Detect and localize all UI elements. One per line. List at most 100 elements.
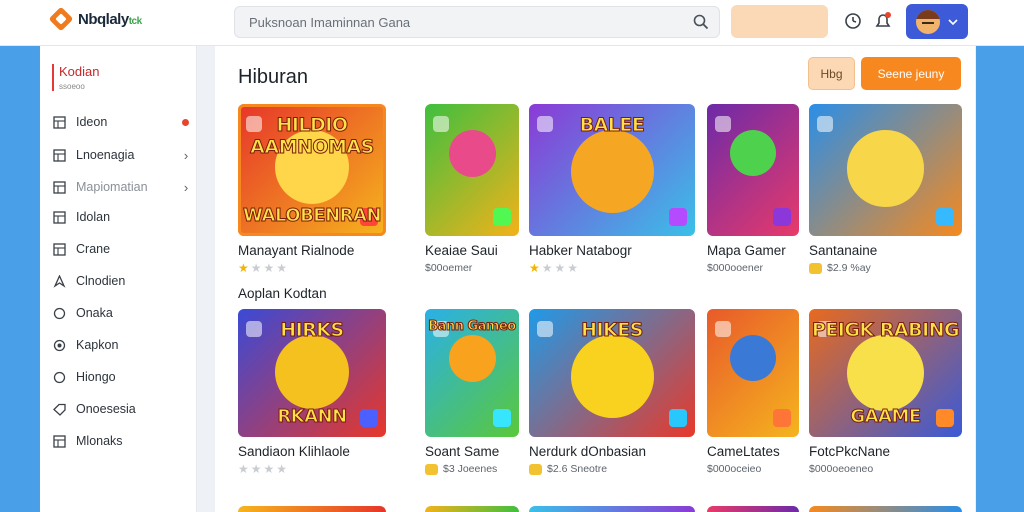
game-thumbnail-partial[interactable] — [707, 506, 799, 512]
sidebar: Kodian ssoeoo Ideon Lnoenagia › Mapiomatian… — [40, 46, 197, 512]
game-card[interactable]: HIRKS RKANN Sandiaon Klihlaole ★ ★ ★ ★ — [238, 309, 386, 475]
sidebar-item-ideon[interactable]: Ideon — [52, 112, 192, 132]
game-thumbnail-partial[interactable] — [529, 506, 695, 512]
game-card[interactable]: Santanaine $2.9 %ay — [809, 104, 962, 274]
sidebar-item-mapiomatian[interactable]: Mapiomatian › — [52, 177, 192, 197]
star-icon: ★ — [250, 462, 262, 476]
sidebar-item-label: Hiongo — [76, 370, 116, 384]
thumbnail-title-art: BALEE — [579, 114, 645, 137]
history-icon[interactable] — [842, 10, 864, 32]
game-thumbnail[interactable] — [707, 104, 799, 236]
game-meta: $000ooener — [707, 262, 799, 274]
thumbnail-title-art: Bann Gameo — [428, 319, 517, 335]
logo-name: Nbqlaly — [78, 10, 129, 28]
game-title[interactable]: Soant Same — [425, 444, 519, 459]
grid-icon — [52, 210, 66, 224]
game-meta-text: $2.9 %ay — [827, 262, 871, 274]
game-card[interactable]: Mapa Gamer $000ooener — [707, 104, 799, 274]
avatar — [916, 9, 940, 34]
sidebar-item-idolan[interactable]: Idolan — [52, 207, 192, 227]
game-card[interactable]: Keaiae Saui $00oemer — [425, 104, 519, 274]
notification-bell-icon[interactable] — [872, 10, 894, 32]
sidebar-header: Kodian ssoeoo — [52, 64, 99, 91]
user-avatar-button[interactable] — [906, 4, 968, 39]
game-title[interactable]: Nerdurk dOnbasian — [529, 444, 695, 459]
character-art — [847, 334, 924, 412]
sidebar-item-mlonaks[interactable]: Mlonaks — [52, 431, 192, 451]
grid-icon — [52, 434, 66, 448]
header-action-button[interactable] — [731, 5, 828, 38]
sidebar-item-label: Kapkon — [76, 338, 119, 352]
sidebar-item-hiongo[interactable]: Hiongo — [52, 367, 192, 387]
logo[interactable]: Nbqlalytck — [48, 6, 142, 32]
gem-decoration — [773, 208, 791, 226]
search-icon[interactable] — [693, 14, 709, 30]
game-thumbnail[interactable]: BALEE — [529, 104, 695, 236]
game-meta: ★ ★ ★ ★ — [529, 262, 695, 274]
game-card[interactable]: HIKES Nerdurk dOnbasian $2.6 Sneotre — [529, 309, 695, 475]
main-content: Hiburan Hbg Seene jeuny Aoplan Kodtan HI… — [215, 46, 975, 512]
game-card[interactable]: HILDIO AAMNOMAS WALOBENRAN Manayant Rialno… — [238, 104, 386, 274]
game-title[interactable]: Santanaine — [809, 243, 962, 258]
star-icon: ★ — [238, 462, 249, 476]
game-title[interactable]: Sandiaon Klihlaole — [238, 444, 386, 459]
game-meta-text: $2.6 Sneotre — [547, 463, 608, 475]
star-icon: ★ — [263, 261, 275, 275]
search-bar[interactable] — [234, 6, 720, 38]
grid-icon — [52, 180, 66, 194]
game-card[interactable]: Bann Gameo Soant Same $3 Joeenes — [425, 309, 519, 475]
sidebar-item-label: Clnodien — [76, 274, 126, 288]
sidebar-item-clnodien[interactable]: Clnodien — [52, 271, 192, 291]
sidebar-subtitle: ssoeoo — [59, 82, 85, 91]
character-art — [730, 334, 776, 381]
tag-icon — [52, 402, 66, 416]
unread-dot-icon — [182, 118, 189, 126]
gem-decoration — [715, 321, 731, 337]
game-thumbnail[interactable]: Bann Gameo — [425, 309, 519, 437]
game-meta: ★ ★ ★ ★ — [238, 463, 386, 475]
sidebar-item-kapkon[interactable]: Kapkon — [52, 335, 192, 355]
game-card[interactable]: BALEE Habker Natabogr ★ ★ ★ ★ — [529, 104, 695, 274]
game-thumbnail[interactable]: PEIGK RABING GAAME — [809, 309, 962, 437]
coin-icon — [809, 262, 822, 274]
game-meta: $2.6 Sneotre — [529, 463, 695, 475]
game-thumbnail[interactable]: HIRKS RKANN — [238, 309, 386, 437]
game-meta: $3 Joeenes — [425, 463, 519, 475]
game-title[interactable]: Keaiae Saui — [425, 243, 519, 258]
game-title[interactable]: CameLtates — [707, 444, 799, 459]
game-thumbnail[interactable] — [707, 309, 799, 437]
sidebar-item-crane[interactable]: Crane — [52, 239, 192, 259]
game-title[interactable]: FotcPkcNane — [809, 444, 962, 459]
game-thumbnail[interactable] — [425, 104, 519, 236]
see-all-button[interactable]: Seene jeuny — [861, 57, 961, 90]
search-input[interactable] — [235, 7, 675, 37]
game-card[interactable]: PEIGK RABING GAAME FotcPkcNane $000oeoeneo — [809, 309, 962, 475]
sidebar-item-label: Onaka — [76, 306, 113, 320]
grid-icon — [52, 242, 66, 256]
sidebar-item-lnoenagia[interactable]: Lnoenagia › — [52, 145, 192, 165]
game-thumbnail-partial[interactable] — [238, 506, 386, 512]
sidebar-item-label: Idolan — [76, 210, 111, 224]
sidebar-item-label: Lnoenagia — [76, 148, 135, 162]
game-thumbnail-partial[interactable] — [425, 506, 519, 512]
sidebar-item-label: Ideon — [76, 115, 108, 129]
game-title[interactable]: Habker Natabogr — [529, 243, 695, 258]
game-card[interactable]: CameLtates $000oceieo — [707, 309, 799, 475]
sidebar-item-onaka[interactable]: Onaka — [52, 303, 192, 323]
character-art — [847, 130, 924, 207]
game-meta-text: $000oceieo — [707, 463, 762, 475]
game-thumbnail[interactable]: HILDIO AAMNOMAS WALOBENRAN — [238, 104, 386, 236]
filter-button[interactable]: Hbg — [808, 57, 855, 90]
game-title[interactable]: Mapa Gamer — [707, 243, 799, 258]
star-icon: ★ — [276, 462, 288, 476]
game-meta-text: $00oemer — [425, 262, 473, 274]
game-thumbnail[interactable] — [809, 104, 962, 236]
sidebar-item-onoesesia[interactable]: Onoesesia — [52, 399, 192, 419]
thumbnail-title-art: PEIGK RABING — [811, 319, 960, 342]
game-thumbnail-partial[interactable] — [809, 506, 962, 512]
game-thumbnail[interactable]: HIKES — [529, 309, 695, 437]
thumbnail-subtitle-art: WALOBENRAN — [242, 205, 382, 227]
target-icon — [52, 338, 66, 352]
game-title[interactable]: Manayant Rialnode — [238, 243, 386, 258]
sidebar-item-label: Mapiomatian — [76, 180, 148, 194]
